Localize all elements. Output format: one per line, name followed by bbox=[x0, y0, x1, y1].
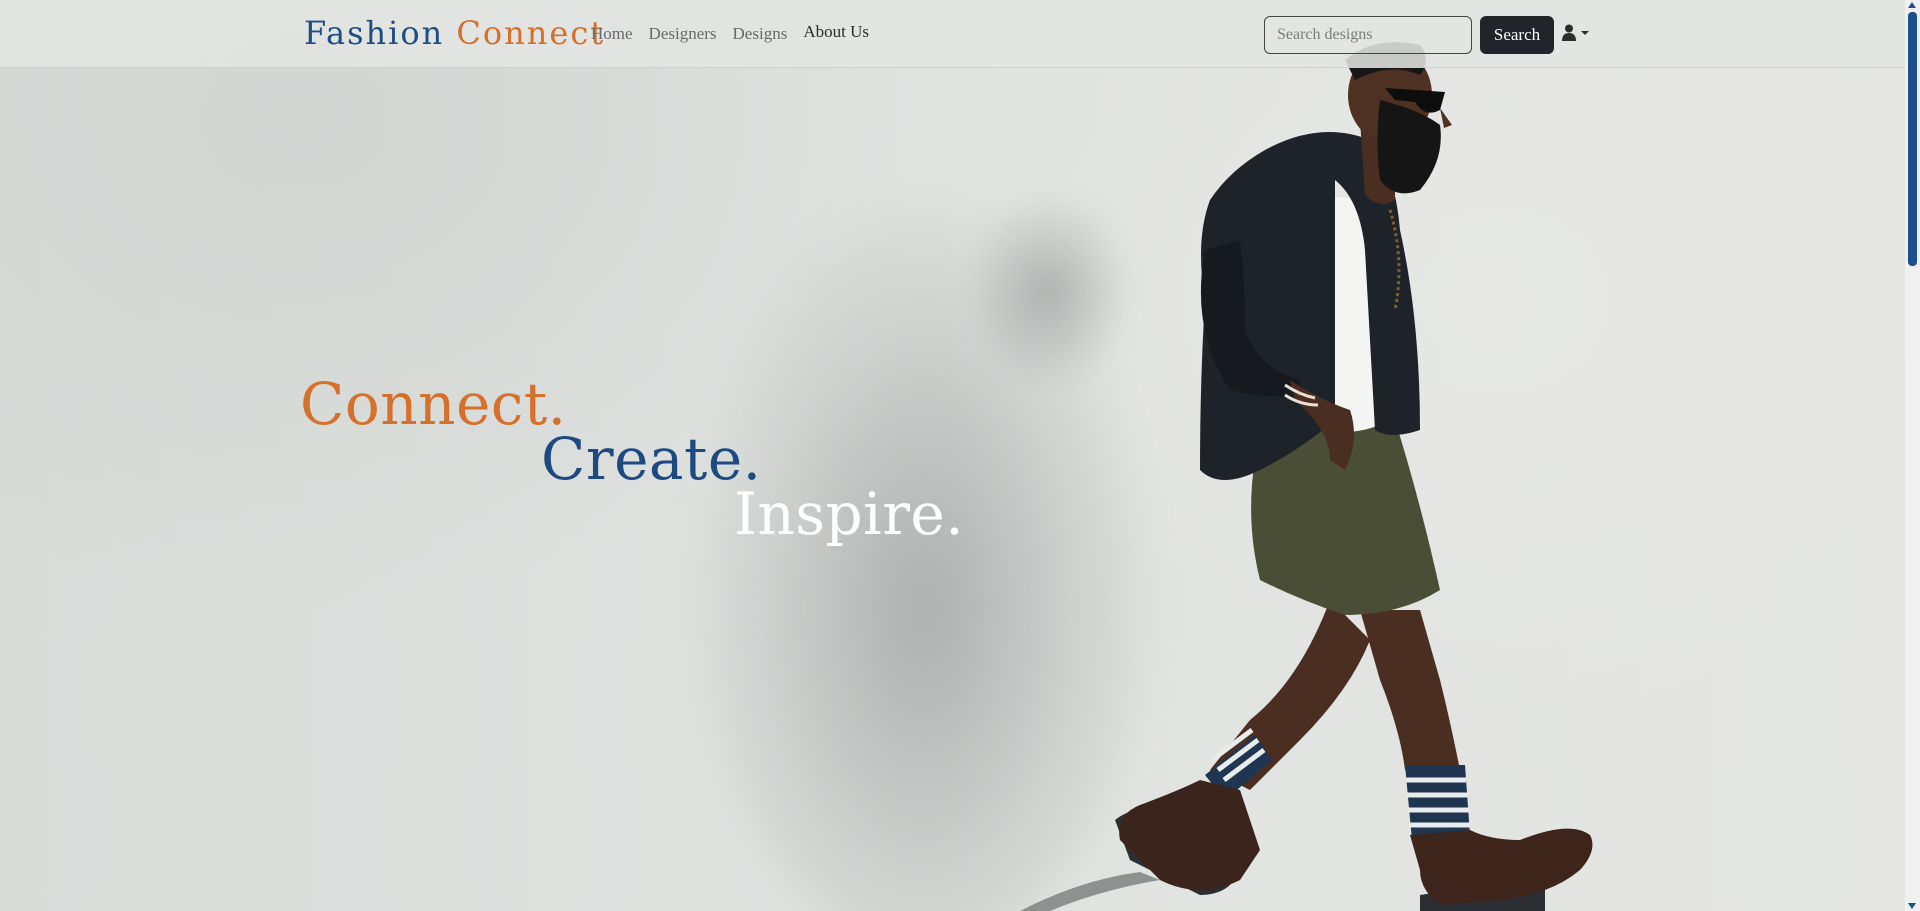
top-navbar: Fashion Connect Home Designers Designs A… bbox=[0, 0, 1920, 68]
user-icon bbox=[1562, 24, 1576, 41]
brand-part2: Connect bbox=[456, 14, 606, 52]
nav-link-home[interactable]: Home bbox=[591, 24, 633, 44]
scroll-down-arrow-icon[interactable] bbox=[1908, 903, 1916, 909]
page-scrollbar[interactable] bbox=[1905, 0, 1920, 911]
scroll-thumb[interactable] bbox=[1908, 12, 1917, 266]
caret-down-icon bbox=[1580, 30, 1590, 36]
hero-model-image bbox=[1020, 42, 1593, 911]
nav-links: Home Designers Designs About Us bbox=[591, 22, 885, 44]
brand-logo[interactable]: Fashion Connect bbox=[304, 14, 605, 52]
nav-link-about-us[interactable]: About Us bbox=[803, 22, 869, 42]
nav-link-designs[interactable]: Designs bbox=[733, 24, 788, 44]
search-button[interactable]: Search bbox=[1480, 16, 1554, 54]
nav-link-designers[interactable]: Designers bbox=[649, 24, 717, 44]
brand-part1: Fashion bbox=[304, 14, 445, 52]
scroll-up-arrow-icon[interactable] bbox=[1908, 2, 1916, 8]
search-input[interactable] bbox=[1264, 16, 1472, 54]
user-menu-toggle[interactable] bbox=[1562, 24, 1590, 41]
